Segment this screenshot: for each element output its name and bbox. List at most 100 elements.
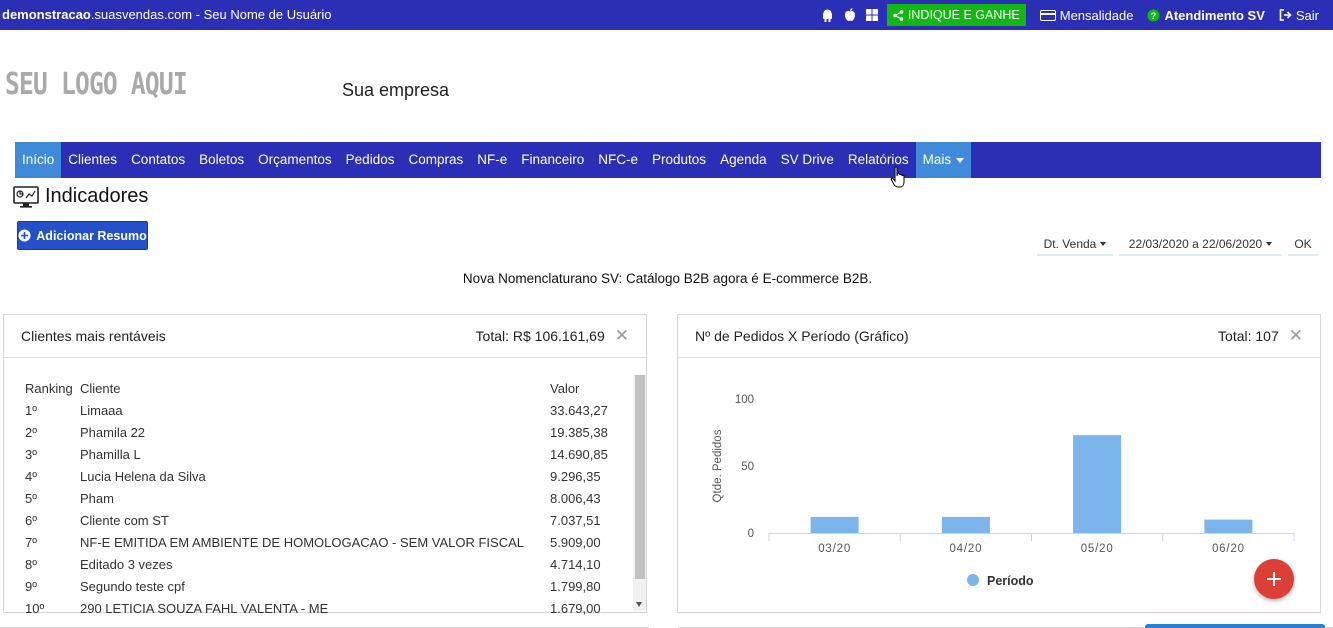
svg-text:?: ? (1151, 11, 1157, 21)
nav-item-nfe[interactable]: NF-e (470, 142, 514, 178)
indicadores-header: Indicadores (13, 185, 148, 208)
table-row: 8º Editado 3 vezes 4.714,10 (21, 553, 640, 575)
rank-cell[interactable]: 9º (21, 575, 80, 597)
nav-item-pedidos[interactable]: Pedidos (339, 142, 402, 178)
panel-header: Nº de Pedidos X Período (Gráfico) Total:… (678, 315, 1320, 358)
rank-cell[interactable]: 1º (21, 399, 80, 421)
rank-cell[interactable]: 5º (21, 487, 80, 509)
rank-cell[interactable]: 3º (21, 443, 80, 465)
credit-card-icon (1039, 9, 1056, 21)
nav-item-sv-drive[interactable]: SV Drive (774, 142, 841, 178)
value-cell: 1.799,80 (550, 578, 601, 594)
main-nav: Início Clientes Contatos Boletos Orçamen… (15, 142, 1321, 178)
account-domain-suffix: .suasvendas.com (90, 7, 193, 22)
date-range-select[interactable]: 22/03/2020 a 22/06/2020 (1119, 234, 1282, 256)
nav-item-compras[interactable]: Compras (401, 142, 470, 178)
x-tick-label: 05/20 (1081, 543, 1114, 555)
client-cell: Pham (80, 490, 114, 506)
bottom-tab-edge (1145, 624, 1325, 628)
bar (1073, 435, 1122, 533)
bar (810, 516, 859, 533)
column-header-ranking: Ranking (25, 380, 73, 396)
nav-item-inicio[interactable]: Início (15, 142, 62, 178)
nav-item-financeiro[interactable]: Financeiro (514, 142, 591, 178)
atendimento-label: Atendimento SV (1164, 7, 1265, 23)
adicionar-resumo-label: Adicionar Resumo (36, 228, 147, 243)
nav-item-agenda[interactable]: Agenda (713, 142, 774, 178)
client-cell: Phamilla L (80, 446, 141, 462)
bar (941, 516, 990, 533)
add-fab-button[interactable] (1254, 559, 1294, 599)
close-icon[interactable]: ✕ (615, 326, 629, 346)
value-cell: 1.679,00 (550, 600, 601, 616)
rank-cell[interactable]: 7º (21, 531, 80, 553)
y-axis-label: Qtde. Pedidos (712, 429, 724, 502)
atendimento-link[interactable]: ? Atendimento SV (1147, 7, 1265, 23)
value-cell: 14.690,85 (550, 446, 608, 462)
hand-pointer-cursor-icon (890, 166, 905, 188)
date-field-label: Dt. Venda (1043, 237, 1097, 251)
nav-item-orcamentos[interactable]: Orçamentos (251, 142, 339, 178)
adicionar-resumo-button[interactable]: Adicionar Resumo (17, 221, 148, 250)
ok-label: OK (1294, 237, 1312, 251)
close-icon[interactable]: ✕ (1289, 326, 1303, 346)
nav-item-nfce[interactable]: NFC-e (591, 142, 645, 178)
scrollbar-thumb[interactable] (635, 375, 645, 579)
company-logo[interactable]: SEU LOGO AQUI (5, 67, 188, 102)
y-tick-label: 50 (741, 461, 754, 473)
sign-out-icon (1279, 9, 1292, 21)
table-row: 2º Phamila 22 19.385,38 (21, 421, 640, 443)
rank-cell[interactable]: 10º (21, 597, 80, 619)
clientes-rentaveis-panel: Clientes mais rentáveis Total: R$ 106.16… (3, 314, 647, 616)
bar (1204, 519, 1253, 533)
x-tick-label: 04/20 (949, 543, 982, 555)
caret-down-icon (1100, 242, 1107, 246)
windows-icon[interactable] (865, 8, 879, 22)
share-icon (893, 9, 904, 21)
nav-mais-label: Mais (922, 152, 952, 167)
help-icon: ? (1147, 9, 1160, 21)
table-row: 7º NF-E EMITIDA EM AMBIENTE DE HOMOLOGACA… (21, 531, 640, 553)
nav-item-boletos[interactable]: Boletos (192, 142, 251, 178)
apple-icon[interactable] (843, 8, 857, 22)
date-field-select[interactable]: Dt. Venda (1037, 234, 1113, 256)
plus-circle-icon (18, 229, 31, 242)
android-icon[interactable] (821, 8, 835, 22)
table-row: 6º Cliente com ST 7.037,51 (21, 509, 640, 531)
rank-cell[interactable]: 8º (21, 553, 80, 575)
panel-total: Total: 107 (1218, 328, 1279, 344)
nav-item-mais[interactable]: Mais (915, 142, 972, 178)
legend-label: Período (987, 574, 1034, 588)
account-domain-name: demonstracao (2, 7, 91, 22)
ok-button[interactable]: OK (1288, 234, 1318, 256)
column-header-valor: Valor (550, 380, 580, 396)
mensalidade-link[interactable]: Mensalidade (1039, 8, 1133, 23)
rank-cell[interactable]: 6º (21, 509, 80, 531)
client-cell: Lucia Helena da Silva (80, 468, 206, 484)
plus-icon (1267, 572, 1281, 586)
x-tick-label: 06/20 (1212, 543, 1245, 555)
column-header-cliente: Cliente (80, 380, 121, 396)
value-cell: 33.643,27 (550, 402, 608, 418)
nav-item-clientes[interactable]: Clientes (61, 142, 124, 178)
indique-e-ganhe-button[interactable]: INDIQUE E GANHE (886, 4, 1026, 26)
clientes-table: Ranking Cliente Valor 1º Limaaa 33.643,27 … (21, 377, 640, 619)
rank-cell[interactable]: 4º (21, 465, 80, 487)
rank-cell[interactable]: 2º (21, 421, 80, 443)
sair-link[interactable]: Sair (1279, 8, 1319, 23)
table-row: 5º Pham 8.006,43 (21, 487, 640, 509)
value-cell: 7.037,51 (550, 512, 601, 528)
account-info: demonstracao.suasvendas.com - Seu Nome d… (2, 7, 332, 22)
client-cell: NF-E EMITIDA EM AMBIENTE DE HOMOLOGACAO … (80, 534, 524, 550)
scroll-down-icon[interactable] (636, 602, 642, 607)
separator: - (192, 7, 204, 22)
caret-down-icon (1266, 242, 1273, 246)
nav-item-produtos[interactable]: Produtos (645, 142, 713, 178)
table-header-row: Ranking Cliente Valor (21, 377, 640, 399)
client-cell: Segundo teste cpf (80, 578, 185, 594)
table-scrollbar[interactable] (633, 375, 646, 611)
y-tick-label: 0 (748, 528, 754, 540)
nav-item-contatos[interactable]: Contatos (124, 142, 192, 178)
sair-label: Sair (1295, 7, 1319, 23)
company-name: Sua empresa (342, 80, 450, 100)
